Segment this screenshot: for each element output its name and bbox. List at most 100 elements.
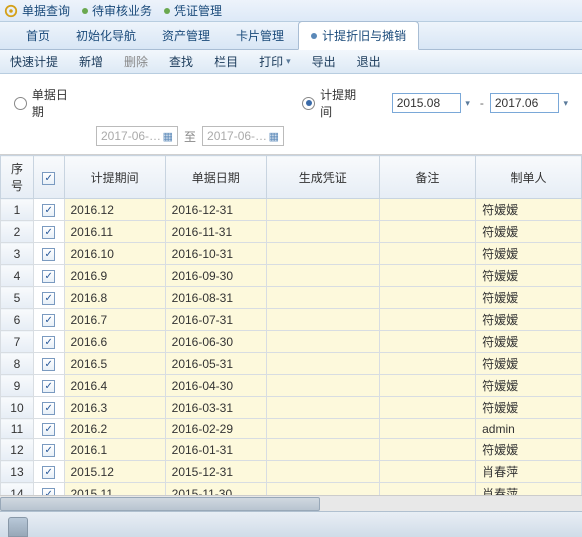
cell-remark	[379, 419, 475, 439]
table-row[interactable]: 1✓2016.122016-12-31符嫒嫒	[1, 199, 582, 221]
dot-icon	[82, 8, 88, 14]
tab-depreciation[interactable]: 计提折旧与摊销	[298, 21, 419, 50]
cell-creator: 符嫒嫒	[476, 221, 582, 243]
cell-period: 2016.5	[64, 353, 165, 375]
cell-period: 2016.12	[64, 199, 165, 221]
cell-check[interactable]: ✓	[33, 483, 64, 496]
cell-remark	[379, 397, 475, 419]
cell-period: 2016.3	[64, 397, 165, 419]
table-row[interactable]: 3✓2016.102016-10-31符嫒嫒	[1, 243, 582, 265]
cell-check[interactable]: ✓	[33, 287, 64, 309]
cell-period: 2016.6	[64, 331, 165, 353]
tb-column[interactable]: 栏目	[204, 50, 249, 73]
table-row[interactable]: 5✓2016.82016-08-31符嫒嫒	[1, 287, 582, 309]
cell-check[interactable]: ✓	[33, 309, 64, 331]
col-period[interactable]: 计提期间	[64, 156, 165, 199]
table-row[interactable]: 2✓2016.112016-11-31符嫒嫒	[1, 221, 582, 243]
cell-voucher	[266, 353, 379, 375]
cell-bill-date: 2016-10-31	[165, 243, 266, 265]
cell-check[interactable]: ✓	[33, 397, 64, 419]
cell-seq: 5	[1, 287, 34, 309]
table-row[interactable]: 7✓2016.62016-06-30符嫒嫒	[1, 331, 582, 353]
table-row[interactable]: 9✓2016.42016-04-30符嫒嫒	[1, 375, 582, 397]
table-row[interactable]: 13✓2015.122015-12-31肖春萍	[1, 461, 582, 483]
cell-check[interactable]: ✓	[33, 243, 64, 265]
col-remark[interactable]: 备注	[379, 156, 475, 199]
bill-date-to-input[interactable]: 2017-06-… ▦	[202, 126, 284, 146]
cell-remark	[379, 287, 475, 309]
cell-check[interactable]: ✓	[33, 353, 64, 375]
cell-check[interactable]: ✓	[33, 265, 64, 287]
checkbox-icon: ✓	[42, 466, 55, 479]
tb-export[interactable]: 导出	[302, 50, 347, 73]
cell-check[interactable]: ✓	[33, 199, 64, 221]
period-from-input[interactable]: 2015.08	[392, 93, 462, 113]
cell-bill-date: 2016-02-29	[165, 419, 266, 439]
col-voucher[interactable]: 生成凭证	[266, 156, 379, 199]
bill-date-from-input[interactable]: 2017-06-… ▦	[96, 126, 178, 146]
cell-seq: 9	[1, 375, 34, 397]
tb-print[interactable]: 打印▾	[249, 50, 302, 73]
tb-add[interactable]: 新增	[69, 50, 114, 73]
radio-bill-date[interactable]: 单据日期	[14, 86, 86, 120]
cell-check[interactable]: ✓	[33, 419, 64, 439]
cell-voucher	[266, 375, 379, 397]
table-row[interactable]: 4✓2016.92016-09-30符嫒嫒	[1, 265, 582, 287]
menu-query[interactable]: 单据查询	[22, 2, 70, 19]
tb-exit[interactable]: 退出	[347, 50, 392, 73]
cell-bill-date: 2015-11-30	[165, 483, 266, 496]
radio-period[interactable]: 计提期间	[302, 86, 374, 120]
cell-creator: 符嫒嫒	[476, 265, 582, 287]
cell-check[interactable]: ✓	[33, 375, 64, 397]
cell-bill-date: 2015-12-31	[165, 461, 266, 483]
cell-check[interactable]: ✓	[33, 331, 64, 353]
table-row[interactable]: 11✓2016.22016-02-29admin	[1, 419, 582, 439]
tb-quick[interactable]: 快速计提	[0, 50, 69, 73]
calendar-icon: ▦	[163, 130, 173, 143]
horizontal-scrollbar[interactable]	[0, 495, 582, 511]
tab-home[interactable]: 首页	[14, 22, 62, 49]
tab-bar: 首页 初始化导航 资产管理 卡片管理 计提折旧与摊销	[0, 22, 582, 50]
table-row[interactable]: 10✓2016.32016-03-31符嫒嫒	[1, 397, 582, 419]
cell-seq: 3	[1, 243, 34, 265]
cell-creator: 符嫒嫒	[476, 243, 582, 265]
checkbox-icon: ✓	[42, 336, 55, 349]
checkbox-icon: ✓	[42, 444, 55, 457]
period-to-input[interactable]: 2017.06	[490, 93, 560, 113]
tab-init[interactable]: 初始化导航	[64, 22, 148, 49]
cell-voucher	[266, 397, 379, 419]
chevron-down-icon[interactable]: ▾	[465, 98, 470, 109]
col-bill-date[interactable]: 单据日期	[165, 156, 266, 199]
menu-pending[interactable]: 待审核业务	[82, 2, 152, 19]
cell-voucher	[266, 287, 379, 309]
cell-bill-date: 2016-03-31	[165, 397, 266, 419]
cell-voucher	[266, 331, 379, 353]
cell-creator: 符嫒嫒	[476, 439, 582, 461]
checkbox-icon: ✓	[42, 423, 55, 436]
checkbox-icon: ✓	[42, 270, 55, 283]
tb-delete[interactable]: 删除	[114, 50, 159, 73]
table-row[interactable]: 6✓2016.72016-07-31符嫒嫒	[1, 309, 582, 331]
table-row[interactable]: 8✓2016.52016-05-31符嫒嫒	[1, 353, 582, 375]
table-row[interactable]: 14✓2015.112015-11-30肖春萍	[1, 483, 582, 496]
col-seq[interactable]: 序号	[1, 156, 34, 199]
chevron-down-icon[interactable]: ▾	[563, 98, 568, 109]
col-creator[interactable]: 制单人	[476, 156, 582, 199]
menu-voucher[interactable]: 凭证管理	[164, 2, 222, 19]
tab-card[interactable]: 卡片管理	[224, 22, 296, 49]
tab-asset[interactable]: 资产管理	[150, 22, 222, 49]
cell-period: 2016.7	[64, 309, 165, 331]
cell-check[interactable]: ✓	[33, 461, 64, 483]
tb-find[interactable]: 查找	[159, 50, 204, 73]
cell-creator: admin	[476, 419, 582, 439]
cell-seq: 6	[1, 309, 34, 331]
radio-icon	[14, 97, 27, 110]
status-handle[interactable]	[8, 517, 28, 537]
filter-bar: 单据日期 计提期间 2015.08 ▾ - 2017.06 ▾ 2017-06-…	[0, 74, 582, 155]
cell-check[interactable]: ✓	[33, 439, 64, 461]
cell-check[interactable]: ✓	[33, 221, 64, 243]
scrollbar-thumb[interactable]	[0, 497, 320, 511]
checkbox-icon: ✓	[42, 248, 55, 261]
table-row[interactable]: 12✓2016.12016-01-31符嫒嫒	[1, 439, 582, 461]
col-check-all[interactable]: ✓	[33, 156, 64, 199]
